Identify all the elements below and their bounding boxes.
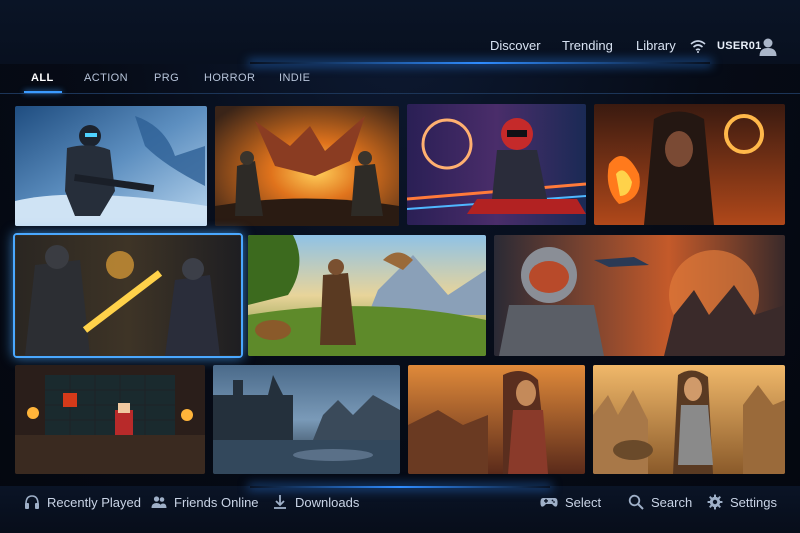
tab-horror[interactable]: HORROR bbox=[204, 72, 255, 84]
tab-action[interactable]: ACTION bbox=[84, 72, 128, 84]
app-screen: Discover Trending Library USER01 ALL ACT… bbox=[0, 0, 800, 533]
nav-discover[interactable]: Discover bbox=[490, 38, 541, 56]
headphones-icon bbox=[25, 495, 39, 509]
select-button[interactable]: Select bbox=[540, 493, 601, 511]
settings-button[interactable]: Settings bbox=[707, 493, 777, 511]
settings-label: Settings bbox=[730, 494, 777, 510]
search-label: Search bbox=[651, 494, 693, 510]
friends-online-button[interactable]: Friends Online bbox=[151, 493, 259, 511]
game-tile-knight-sword[interactable] bbox=[13, 233, 243, 358]
gear-icon bbox=[707, 494, 723, 510]
search-icon bbox=[628, 494, 644, 510]
recently-played-label: Recently Played bbox=[47, 494, 141, 510]
friends-online-label: Friends Online bbox=[174, 494, 259, 510]
bottom-bar-glow bbox=[250, 486, 550, 488]
game-tile-dragon-battle[interactable] bbox=[215, 106, 399, 226]
tab-indie[interactable]: INDIE bbox=[279, 72, 310, 84]
nav-library[interactable]: Library bbox=[636, 38, 676, 56]
friends-icon bbox=[151, 496, 167, 508]
game-tile-fire-mage[interactable] bbox=[594, 104, 785, 225]
game-tile-desert-warrior[interactable] bbox=[408, 365, 585, 474]
top-bar bbox=[0, 0, 800, 64]
downloads-button[interactable]: Downloads bbox=[272, 493, 359, 511]
downloads-label: Downloads bbox=[295, 494, 360, 510]
download-icon bbox=[274, 495, 286, 509]
nav-trending[interactable]: Trending bbox=[562, 38, 613, 56]
gamepad-icon bbox=[540, 498, 558, 507]
game-tile-cyber-rider[interactable] bbox=[407, 104, 586, 225]
game-tile-warrior-woman[interactable] bbox=[593, 365, 785, 474]
game-tile-explorer-valley[interactable] bbox=[248, 235, 486, 356]
username-label[interactable]: USER01 bbox=[717, 40, 762, 52]
wifi-icon bbox=[690, 40, 706, 53]
game-tile-armored-soldier[interactable] bbox=[15, 106, 207, 226]
category-tabs: ALL ACTION PRG HORROR INDIE bbox=[0, 64, 800, 94]
game-tile-stormy-castle[interactable] bbox=[213, 365, 400, 474]
user-avatar-icon[interactable] bbox=[758, 36, 778, 56]
active-tab-indicator bbox=[24, 91, 62, 93]
search-button[interactable]: Search bbox=[628, 493, 692, 511]
tab-prg[interactable]: PRG bbox=[154, 72, 179, 84]
recently-played-button[interactable]: Recently Played bbox=[24, 493, 141, 511]
game-tile-pixel-dungeon[interactable] bbox=[15, 365, 205, 474]
tab-all[interactable]: ALL bbox=[31, 72, 54, 84]
select-label: Select bbox=[565, 494, 602, 510]
game-tile-astronaut-planet[interactable] bbox=[494, 235, 785, 356]
